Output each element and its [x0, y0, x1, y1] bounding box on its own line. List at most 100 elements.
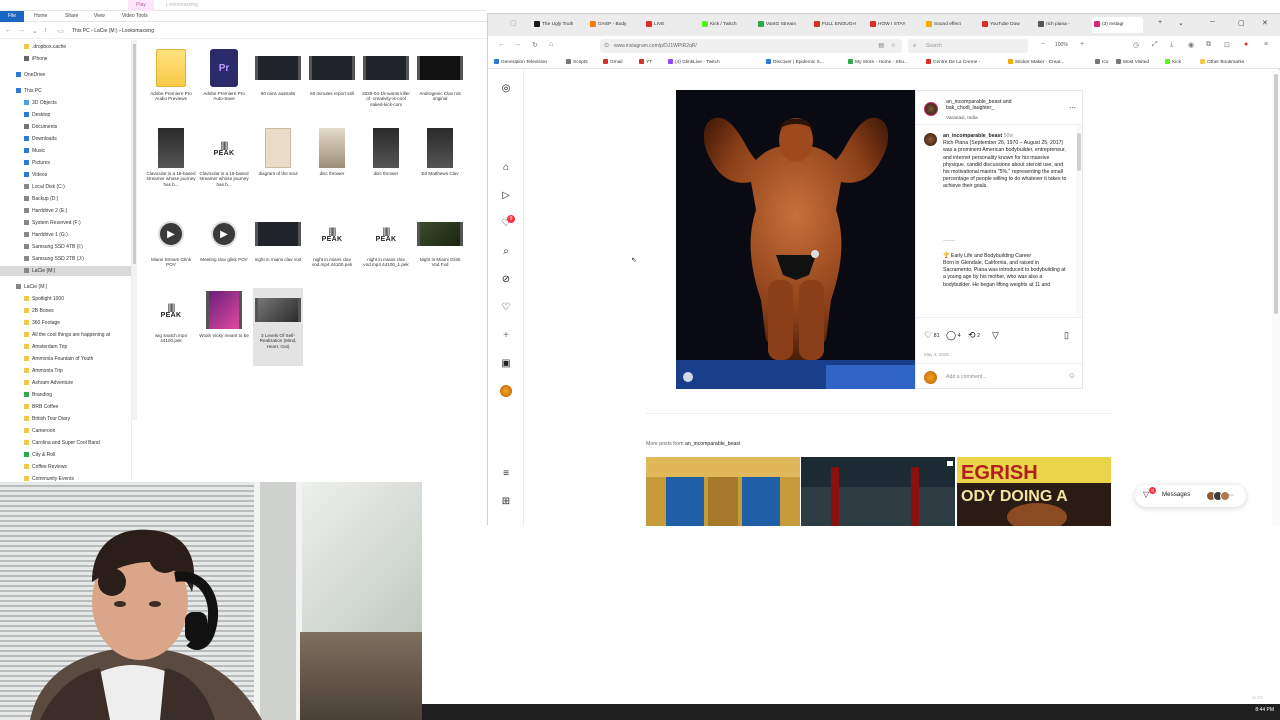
forward-icon[interactable]: → — [18, 27, 25, 34]
breadcrumb-this-pc[interactable]: This PC — [72, 28, 90, 34]
page-scrollbar[interactable] — [1272, 70, 1280, 526]
nav-pane-item[interactable]: British Tour Diary — [0, 414, 131, 424]
activity-icon[interactable]: ♡ — [499, 301, 513, 315]
close-icon[interactable]: ✕ — [1262, 19, 1268, 27]
caption-avatar[interactable] — [924, 133, 937, 146]
nav-pane-item[interactable]: Cameroon — [0, 426, 131, 436]
bookmark-item[interactable]: Sticker Maker - Creat... — [1008, 58, 1064, 67]
messages-button[interactable]: ▽ 9 Messages ⋯ — [1135, 485, 1246, 507]
post-authors[interactable]: an_incomparable_beast and bak_chodi_laug… — [946, 99, 1056, 112]
search-input[interactable]: ⌕ Search — [908, 39, 1028, 53]
file-item[interactable]: Ed Matthews Clav — [415, 126, 465, 204]
nav-pane-item[interactable]: LaCie (M:) — [0, 266, 131, 276]
browser-tab[interactable]: (3) Instagr — [1092, 17, 1143, 33]
recent-locations-icon[interactable]: ⌄ — [32, 27, 38, 35]
breadcrumb-looksmaxxing[interactable]: Looksmaxxing — [122, 28, 154, 34]
bookmark-item[interactable]: My Store - Home - Sho... — [848, 58, 908, 67]
nav-pane-item[interactable]: LaCie (M:) — [0, 282, 131, 292]
browser-tab[interactable]: FULL ENOUGH — [812, 17, 863, 33]
downloads-icon[interactable]: ⤓ — [1170, 41, 1173, 49]
bookmark-item[interactable]: YT — [639, 58, 652, 67]
nav-pane-item[interactable]: Coffee Reviews — [0, 462, 131, 472]
search-icon[interactable]: ⌕ — [499, 245, 513, 259]
more-post-thumbnail[interactable] — [801, 457, 955, 526]
nav-pane-item[interactable]: Harddrive 1 (G:) — [0, 230, 131, 240]
nav-pane-item[interactable]: OneDrive — [0, 70, 131, 80]
file-item[interactable]: diagram of the soul — [253, 126, 303, 204]
comment-input[interactable]: Add a comment... — [946, 374, 987, 380]
more-options-icon[interactable]: ⋯ — [1069, 104, 1076, 112]
zoom-level[interactable]: 100% — [1055, 42, 1068, 48]
comment-button[interactable]: ◯ 4 — [946, 330, 961, 341]
ribbon-tab-file[interactable]: File — [0, 11, 24, 22]
more-menu-icon[interactable]: ≡ — [499, 467, 513, 481]
nav-pane-item[interactable]: Samsung SSD 4TB (I:) — [0, 242, 131, 252]
pocket-icon[interactable]: ⊡ — [1224, 41, 1230, 49]
like-button[interactable]: ♡ 81 — [924, 330, 940, 341]
nav-pane-item[interactable]: Amsterdam Trip — [0, 342, 131, 352]
nav-pane-item[interactable]: iPhone — [0, 54, 131, 64]
file-item[interactable]: 60 mins australis — [253, 46, 303, 124]
also-from-meta-icon[interactable]: ⊞ — [499, 495, 513, 509]
nav-pane-item[interactable]: Desktop — [0, 110, 131, 120]
bookmark-item[interactable]: Most Visited — [1116, 58, 1149, 67]
nav-pane-item[interactable]: Local Disk (C:) — [0, 182, 131, 192]
navigation-scrollbar[interactable] — [132, 40, 137, 420]
nav-pane-item[interactable]: Documents — [0, 122, 131, 132]
reload-icon[interactable]: ↻ — [532, 41, 538, 49]
forward-icon[interactable]: → — [514, 41, 521, 48]
file-item[interactable]: disc thrower — [307, 126, 357, 204]
bookmark-item[interactable]: Kick — [1165, 58, 1181, 67]
scrollbar-thumb[interactable] — [133, 44, 136, 264]
nav-pane-item[interactable]: 2B Bones — [0, 306, 131, 316]
breadcrumb-lacie[interactable]: LaCie (M:) — [94, 28, 117, 34]
file-item[interactable]: 2026-04-15-wants killer of -creativity-i… — [361, 46, 411, 124]
zoom-in-icon[interactable]: + — [1080, 41, 1084, 48]
browser-tab[interactable]: rich piana - — [1036, 17, 1087, 33]
nav-pane-item[interactable]: System Reserved (F:) — [0, 218, 131, 228]
dashboard-icon[interactable]: ▣ — [499, 357, 513, 371]
file-item[interactable]: Woah Vicky meant to be — [199, 288, 249, 366]
nav-pane-item[interactable]: Carolina and Super Cool Band — [0, 438, 131, 448]
file-item[interactable]: Pr Adobe Premiere Pro Auto-Save — [199, 46, 249, 124]
bookmark-item[interactable]: Gmail — [603, 58, 623, 67]
author-avatar[interactable] — [924, 102, 938, 116]
emoji-icon[interactable]: ☺ — [1068, 371, 1076, 380]
nav-pane-item[interactable]: Videos — [0, 170, 131, 180]
history-icon[interactable]: ◷ — [1133, 41, 1139, 49]
nav-pane-item[interactable]: Ashram Adventure — [0, 378, 131, 388]
scrollbar-thumb[interactable] — [1077, 133, 1081, 171]
file-item[interactable]: ▶ Meeting clav glink POV — [199, 212, 249, 290]
home-icon[interactable]: ⌂ — [549, 41, 553, 48]
bookmark-item[interactable]: (4) GlinkLive - Twitch — [668, 58, 720, 67]
instagram-logo-icon[interactable]: ◎ — [499, 82, 513, 96]
file-item[interactable]: ||||| PEAK Clavicular is a 19-based stream… — [199, 126, 249, 204]
ribbon-tab-view[interactable]: View — [94, 11, 105, 22]
browser-tab[interactable]: HOW I STAY — [868, 17, 919, 33]
nav-pane-item[interactable]: Backup (D:) — [0, 194, 131, 204]
browser-tab[interactable]: LIVE — [644, 17, 695, 33]
nav-pane-item[interactable]: Pictures — [0, 158, 131, 168]
profile-avatar[interactable] — [500, 385, 512, 397]
browser-tab[interactable]: Sound effect — [924, 17, 975, 33]
taskbar-clock[interactable]: 8:44 PM — [1255, 707, 1274, 713]
file-item[interactable]: night in miami clav vod — [253, 212, 303, 290]
reader-view-icon[interactable]: ▤ — [878, 39, 884, 53]
nav-pane-item[interactable]: This PC — [0, 86, 131, 96]
caption-username[interactable]: an_incomparable_beast — [943, 133, 1002, 139]
browser-tab[interactable]: The Ugly Truth — [532, 17, 583, 33]
more-posts-user[interactable]: an_incomparable_beast — [685, 441, 740, 447]
browser-tab[interactable]: Kick / Twitch — [700, 17, 751, 33]
save-button[interactable]: ▯ — [1064, 330, 1069, 341]
file-item[interactable]: disc thrower — [361, 126, 411, 204]
minimize-icon[interactable]: ─ — [1210, 19, 1215, 26]
bookmark-item[interactable]: Other Bookmarks — [1200, 58, 1244, 67]
bookmark-item[interactable]: Centre De La Creme - — [926, 58, 980, 67]
nav-pane-item[interactable]: Spotlight 1000 — [0, 294, 131, 304]
extension-red-icon[interactable]: ● — [1244, 41, 1248, 48]
share-button[interactable]: ▽ — [992, 330, 999, 341]
nav-pane-item[interactable]: 3D Objects — [0, 98, 131, 108]
file-item[interactable]: Androgenic Clav not original — [415, 46, 465, 124]
ribbon-tab-home[interactable]: Home — [34, 11, 47, 22]
file-item[interactable]: ||||| PEAK night in miami clav vod.mp4 441… — [361, 212, 411, 290]
